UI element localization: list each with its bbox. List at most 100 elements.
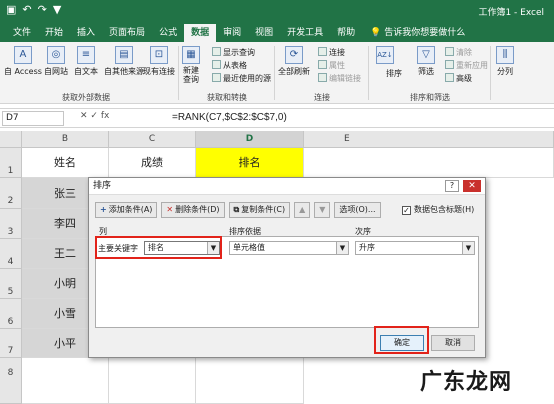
dropdown-arrow-icon[interactable]: ▼ [462, 242, 474, 254]
group-label-get-transform: 获取和转换 [207, 93, 247, 102]
edit-links-button[interactable]: 编辑链接 [318, 73, 361, 84]
advanced-filter-button[interactable]: 高级 [445, 73, 472, 84]
row-header-6[interactable]: 6 [0, 299, 22, 329]
move-down-button[interactable]: ▼ [314, 202, 331, 218]
redo-icon[interactable]: ↷ [38, 3, 47, 17]
new-query-button[interactable]: ▦ 新建 查询 [182, 46, 200, 84]
from-other-sources-button[interactable]: ▤ 自其他来源 [104, 46, 144, 77]
recent-sources-button[interactable]: 最近使用的源 [212, 73, 271, 84]
from-web-button[interactable]: ◎ 自网站 [44, 46, 68, 77]
properties-button[interactable]: 属性 [318, 60, 345, 71]
order-select[interactable]: 升序 ▼ [355, 241, 475, 255]
cell-c1[interactable]: 成绩 [109, 148, 196, 178]
delete-level-button[interactable]: ✕ 删除条件(D) [161, 202, 225, 218]
checkbox-mark: ✓ [402, 206, 411, 215]
existing-connections-button[interactable]: ⊡ 现有连接 [143, 46, 175, 77]
row-header-7[interactable]: 7 [0, 329, 22, 358]
group-label-get-external: 获取外部数据 [62, 93, 110, 102]
group-label-sort-filter: 排序和筛选 [410, 93, 450, 102]
column-header-e[interactable]: E [304, 131, 554, 148]
formula-bar: D7 ✕ ✓ fx =RANK(C7,$C$2:$C$7,0) [0, 108, 554, 128]
select-all-corner[interactable] [0, 131, 22, 148]
sort-on-select[interactable]: 单元格值 ▼ [229, 241, 349, 255]
funnel-icon: ▽ [417, 46, 435, 64]
text-file-icon: ≡ [77, 46, 95, 64]
text-to-columns-button[interactable]: ⫼ 分列 [496, 46, 514, 77]
tab-developer[interactable]: 开发工具 [280, 24, 330, 42]
close-icon[interactable]: ✕ [463, 180, 481, 192]
column-header-d[interactable]: D [196, 131, 304, 148]
filter-icon[interactable]: ▼ [53, 3, 61, 17]
formula-controls: ✕ ✓ fx [80, 111, 109, 121]
from-table-button[interactable]: 从表格 [212, 60, 247, 71]
new-query-icon: ▦ [182, 46, 200, 64]
from-text-button[interactable]: ≡ 自文本 [74, 46, 98, 77]
move-up-button[interactable]: ▲ [294, 202, 311, 218]
formula-input[interactable]: =RANK(C7,$C$2:$C$7,0) [172, 112, 287, 123]
access-icon: A [13, 46, 32, 64]
filter-button[interactable]: ▽ 筛选 [417, 46, 435, 77]
reapply-icon [445, 60, 454, 69]
row-header-1[interactable]: 1 [0, 148, 22, 178]
refresh-icon: ⟳ [285, 46, 303, 64]
window-title: 工作簿1 - Excel [478, 8, 544, 18]
connections-button[interactable]: 连接 [318, 47, 345, 58]
copy-icon: ⧉ [233, 205, 240, 214]
tell-me-search[interactable]: 💡 告诉我你想要做什么 [370, 24, 465, 42]
cell-e1[interactable] [304, 148, 554, 178]
row-header-4[interactable]: 4 [0, 239, 22, 269]
cancel-button[interactable]: 取消 [431, 335, 475, 351]
group-separator [178, 46, 179, 100]
sort-az-button[interactable]: AZ↓ [376, 46, 394, 66]
title-bar: ▣ ↶ ↷ ▼ 工作簿1 - Excel [0, 0, 554, 22]
cell-d8[interactable] [196, 358, 304, 404]
tab-view[interactable]: 视图 [248, 24, 280, 42]
cell-c8[interactable] [109, 358, 196, 404]
recent-icon [212, 73, 221, 82]
group-label-connections: 连接 [314, 93, 330, 102]
row-header-3[interactable]: 3 [0, 209, 22, 239]
sort-dialog: 排序 ? ✕ + 添加条件(A) ✕ 删除条件(D) ⧉ 复制条件(C) ▲ ▼ 选项… [88, 177, 486, 358]
enter-icon[interactable]: ✓ [90, 111, 100, 121]
cell-d1[interactable]: 排名 [196, 148, 304, 178]
clear-filter-button[interactable]: 清除 [445, 47, 472, 58]
tab-help[interactable]: 帮助 [330, 24, 362, 42]
copy-level-button[interactable]: ⧉ 复制条件(C) [228, 202, 291, 218]
cell-b1[interactable]: 姓名 [22, 148, 109, 178]
add-level-button[interactable]: + 添加条件(A) [95, 202, 158, 218]
cell-b8[interactable] [22, 358, 109, 404]
row-header-8[interactable]: 8 [0, 358, 22, 404]
queries-icon [212, 47, 221, 56]
undo-icon[interactable]: ↶ [22, 3, 31, 17]
from-access-button[interactable]: A自 Access [4, 46, 42, 77]
cancel-icon[interactable]: ✕ [80, 111, 90, 121]
tab-formulas[interactable]: 公式 [152, 24, 184, 42]
highlight-ok-button [374, 326, 429, 354]
options-button[interactable]: 选项(O)... [334, 202, 381, 218]
show-queries-button[interactable]: 显示查询 [212, 47, 255, 58]
split-columns-icon: ⫼ [496, 46, 514, 64]
watermark-text: 广东龙网 [420, 369, 513, 395]
dropdown-arrow-icon[interactable]: ▼ [336, 242, 348, 254]
row-header-2[interactable]: 2 [0, 178, 22, 209]
refresh-all-button[interactable]: ⟳ 全部刷新 [278, 46, 310, 77]
tab-data[interactable]: 数据 [184, 24, 217, 42]
tab-insert[interactable]: 插入 [70, 24, 102, 42]
name-box[interactable]: D7 [2, 111, 64, 126]
advanced-icon [445, 73, 454, 82]
reapply-button[interactable]: 重新应用 [445, 60, 488, 71]
tab-file[interactable]: 文件 [6, 24, 38, 42]
tab-review[interactable]: 审阅 [216, 24, 248, 42]
sort-button[interactable]: 排序 [386, 68, 402, 79]
tab-home[interactable]: 开始 [38, 24, 70, 42]
save-icon[interactable]: ▣ [6, 3, 16, 17]
column-header-b[interactable]: B [22, 131, 109, 148]
arrow-down-icon: ▼ [319, 205, 326, 214]
fx-icon[interactable]: fx [101, 111, 110, 121]
row-header-5[interactable]: 5 [0, 269, 22, 299]
help-icon[interactable]: ? [445, 180, 459, 192]
group-separator [368, 46, 369, 100]
column-header-c[interactable]: C [109, 131, 196, 148]
has-headers-checkbox[interactable]: ✓ 数据包含标题(H) [402, 204, 474, 215]
tab-page-layout[interactable]: 页面布局 [102, 24, 152, 42]
